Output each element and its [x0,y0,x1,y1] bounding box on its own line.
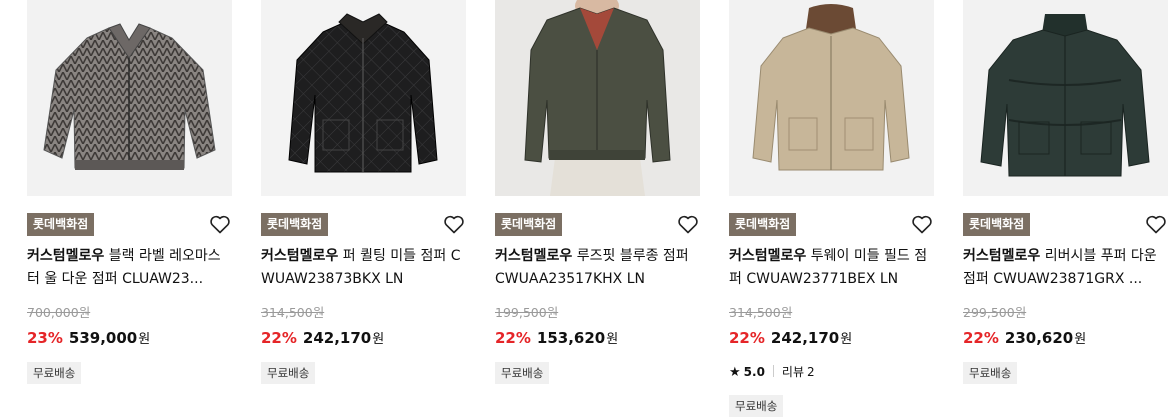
rating-score: 5.0 [743,365,765,379]
product-title[interactable]: 커스텀멜로우 블랙 라벨 레오마스터 울 다운 점퍼 CLUAW23... [27,245,232,291]
divider [772,365,774,377]
jacket-image [27,0,232,196]
discount-rate: 22% [729,329,765,347]
product-image[interactable] [261,0,466,196]
original-price: 314,500원 [729,305,793,320]
product-brand: 커스텀멜로우 [495,248,573,264]
price-row: 22% 230,620원 [963,327,1086,351]
currency-unit: 원 [372,332,385,347]
store-badge: 롯데백화점 [495,213,563,236]
product-card[interactable]: 롯데백화점 커스텀멜로우 리버시블 푸퍼 다운점퍼 CWUAW23871GRX … [963,0,1168,409]
review-count: 2 [807,365,815,379]
free-shipping-tag: 무료배송 [261,362,316,384]
price-row: 22% 242,170원 [261,327,384,351]
wishlist-heart-icon[interactable] [442,212,466,236]
jacket-image [963,0,1168,196]
free-shipping-tag: 무료배송 [729,395,784,417]
product-card[interactable]: 롯데백화점 커스텀멜로우 블랙 라벨 레오마스터 울 다운 점퍼 CLUAW23… [27,0,232,409]
free-shipping-tag: 무료배송 [27,362,82,384]
product-title[interactable]: 커스텀멜로우 퍼 퀼팅 미들 점퍼 CWUAW23873BKX LN [261,245,466,291]
sale-price: 153,620 [536,329,606,347]
jacket-image [261,0,466,196]
wishlist-heart-icon[interactable] [910,212,934,236]
product-brand: 커스텀멜로우 [729,248,807,264]
store-badge: 롯데백화점 [261,213,329,236]
discount-rate: 23% [27,329,63,347]
free-shipping-tag: 무료배송 [963,362,1018,384]
product-title[interactable]: 커스텀멜로우 투웨이 미들 필드 점퍼 CWUAW23771BEX LN [729,245,934,291]
store-badge: 롯데백화점 [963,213,1031,236]
product-title[interactable]: 커스텀멜로우 루즈핏 블루종 점퍼 CWUAA23517KHX LN [495,245,700,291]
rating-row: ★ 5.0 리뷰 2 [729,363,815,382]
product-brand: 커스텀멜로우 [261,248,339,264]
jacket-image [495,0,700,196]
free-shipping-tag: 무료배송 [495,362,550,384]
wishlist-heart-icon[interactable] [1144,212,1168,236]
price-row: 23% 539,000원 [27,327,150,351]
product-image[interactable] [729,0,934,196]
discount-rate: 22% [963,329,999,347]
currency-unit: 원 [606,332,619,347]
sale-price: 242,170 [770,329,840,347]
product-card[interactable]: 롯데백화점 커스텀멜로우 루즈핏 블루종 점퍼 CWUAA23517KHX LN… [495,0,700,409]
price-row: 22% 242,170원 [729,327,852,351]
product-brand: 커스텀멜로우 [963,248,1041,264]
sale-price: 242,170 [302,329,372,347]
product-grid: 롯데백화점 커스텀멜로우 블랙 라벨 레오마스터 울 다운 점퍼 CLUAW23… [0,0,1173,417]
original-price: 199,500원 [495,305,559,320]
wishlist-heart-icon[interactable] [676,212,700,236]
product-image[interactable] [495,0,700,196]
product-image[interactable] [963,0,1168,196]
wishlist-heart-icon[interactable] [208,212,232,236]
original-price: 700,000원 [27,305,91,320]
product-title[interactable]: 커스텀멜로우 리버시블 푸퍼 다운점퍼 CWUAW23871GRX ... [963,245,1168,291]
discount-rate: 22% [495,329,531,347]
sale-price: 230,620 [1004,329,1074,347]
store-badge: 롯데백화점 [27,213,95,236]
currency-unit: 원 [1074,332,1087,347]
currency-unit: 원 [138,332,151,347]
store-badge: 롯데백화점 [729,213,797,236]
product-brand: 커스텀멜로우 [27,248,105,264]
jacket-image [729,0,934,196]
star-icon: ★ [729,365,741,380]
review-label: 리뷰 [781,365,805,379]
product-card[interactable]: 롯데백화점 커스텀멜로우 퍼 퀼팅 미들 점퍼 CWUAW23873BKX LN… [261,0,466,409]
product-image[interactable] [27,0,232,196]
currency-unit: 원 [840,332,853,347]
discount-rate: 22% [261,329,297,347]
sale-price: 539,000 [68,329,138,347]
original-price: 299,500원 [963,305,1027,320]
product-card[interactable]: 롯데백화점 커스텀멜로우 투웨이 미들 필드 점퍼 CWUAW23771BEX … [729,0,934,417]
price-row: 22% 153,620원 [495,327,618,351]
original-price: 314,500원 [261,305,325,320]
